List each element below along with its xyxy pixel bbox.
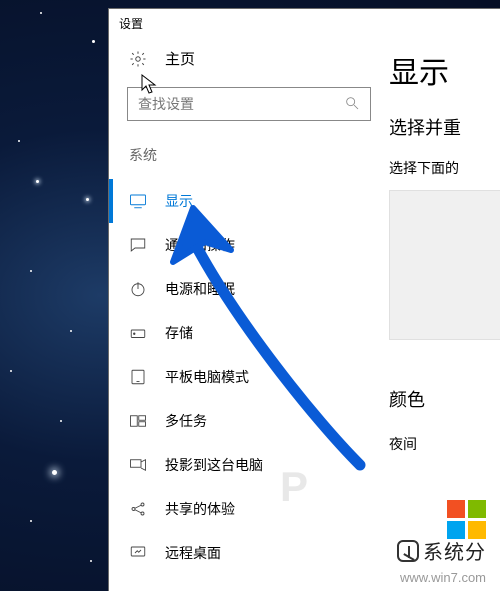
project-icon [129, 456, 147, 474]
section-label: 夜间 [389, 434, 500, 454]
sidebar-item-label: 共享的体验 [165, 499, 235, 519]
home-button[interactable]: 主页 [109, 46, 389, 87]
sidebar: 主页 查找设置 系统 显示 [109, 46, 389, 591]
windows-logo-icon [447, 500, 486, 539]
gear-icon [129, 50, 147, 68]
sidebar-item-multitask[interactable]: 多任务 [109, 399, 389, 443]
window-title: 设置 [109, 9, 500, 46]
storage-icon [129, 324, 147, 342]
brand-glyph-icon [397, 540, 419, 562]
sidebar-item-label: 远程桌面 [165, 543, 221, 563]
watermark-brand: 系统分 [397, 536, 486, 565]
sidebar-item-label: 投影到这台电脑 [165, 455, 263, 475]
sidebar-item-label: 平板电脑模式 [165, 367, 249, 387]
sidebar-item-label: 电源和睡眠 [165, 279, 235, 299]
sidebar-item-tablet[interactable]: 平板电脑模式 [109, 355, 389, 399]
sidebar-item-storage[interactable]: 存储 [109, 311, 389, 355]
sidebar-group-label: 系统 [109, 145, 389, 179]
home-label: 主页 [165, 48, 195, 69]
watermark-letter: P [280, 463, 308, 511]
sidebar-item-remote[interactable]: 远程桌面 [109, 531, 389, 575]
power-icon [129, 280, 147, 298]
page-title: 显示 [389, 48, 500, 92]
search-icon [344, 95, 360, 114]
section-description: 选择下面的 [389, 158, 500, 178]
sidebar-item-label: 存储 [165, 323, 193, 343]
message-icon [129, 236, 147, 254]
sidebar-item-label: 通知和操作 [165, 235, 235, 255]
remote-icon [129, 544, 147, 562]
tablet-icon [129, 368, 147, 386]
sidebar-item-display[interactable]: 显示 [109, 179, 389, 223]
watermark-url: www.win7.com [400, 570, 486, 585]
search-input[interactable]: 查找设置 [127, 87, 371, 121]
display-arrangement-box[interactable] [389, 190, 500, 340]
sidebar-item-label: 显示 [165, 191, 193, 211]
sidebar-item-power[interactable]: 电源和睡眠 [109, 267, 389, 311]
multitask-icon [129, 412, 147, 430]
section-heading: 选择并重 [389, 114, 500, 140]
sidebar-item-project[interactable]: 投影到这台电脑 [109, 443, 389, 487]
monitor-icon [129, 192, 147, 210]
share-icon [129, 500, 147, 518]
section-heading: 颜色 [389, 386, 500, 412]
sidebar-item-notifications[interactable]: 通知和操作 [109, 223, 389, 267]
sidebar-item-shared[interactable]: 共享的体验 [109, 487, 389, 531]
search-placeholder: 查找设置 [138, 94, 194, 114]
sidebar-item-label: 多任务 [165, 411, 207, 431]
